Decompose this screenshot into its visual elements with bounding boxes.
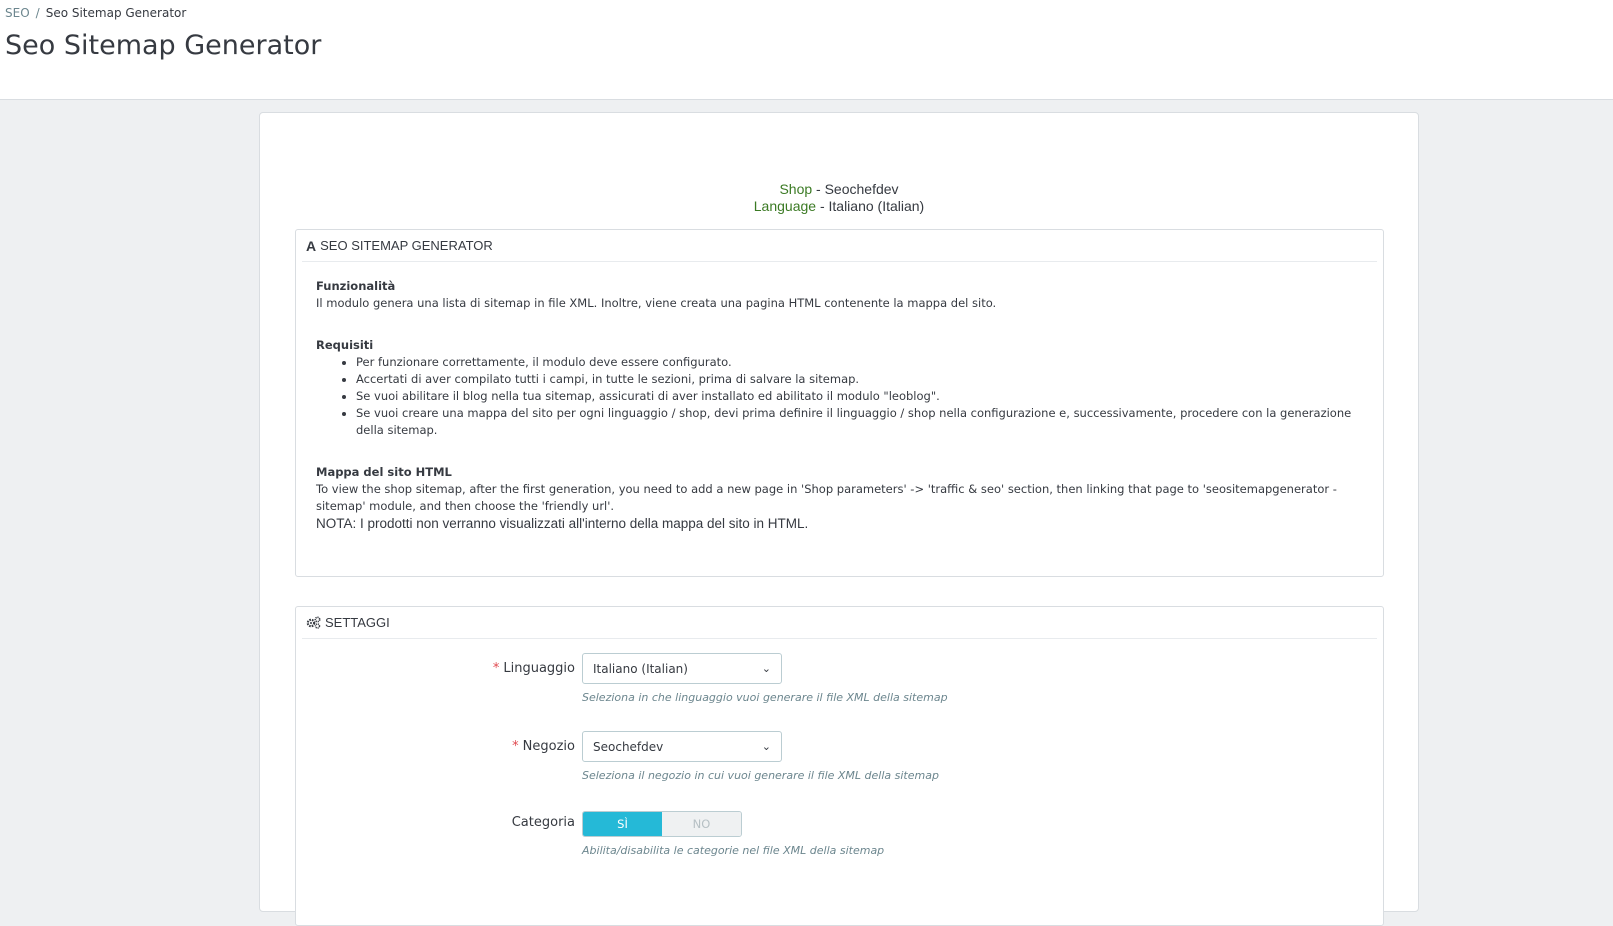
requisiti-list: Per funzionare correttamente, il modulo … [316,354,1363,439]
negozio-select[interactable]: Seochefdev ⌄ [582,731,782,762]
info-panel-heading: A SEO SITEMAP GENERATOR [302,230,1377,262]
categoria-label: Categoria [511,815,575,830]
page-title: Seo Sitemap Generator [5,30,322,61]
linguaggio-help: Seleziona in che linguaggio vuoi generar… [582,691,948,704]
shop-value: - Seochefdev [812,181,899,197]
requisiti-section: Requisiti Per funzionare correttamente, … [316,337,1363,439]
language-label: Language [753,198,817,214]
required-mark: * [492,661,500,676]
breadcrumb-link-seo[interactable]: SEO [5,6,30,20]
breadcrumb-current: Seo Sitemap Generator [45,6,187,20]
breadcrumb: SEO / Seo Sitemap Generator [5,6,186,20]
info-panel-title: SEO SITEMAP GENERATOR [320,238,493,253]
info-panel: A SEO SITEMAP GENERATOR Funzionalità Il … [295,229,1384,577]
shop-info: Shop - Seochefdev Language - Italiano (I… [260,181,1418,215]
language-line: Language - Italiano (Italian) [260,198,1418,215]
funzionalita-section: Funzionalità Il modulo genera una lista … [316,278,1363,312]
list-item: Accertati di aver compilato tutti i camp… [356,371,1363,388]
categoria-toggle[interactable]: SÌ NO [582,811,742,837]
settings-panel: SETTAGGI * Linguaggio Italiano (Italian) … [295,606,1384,926]
toggle-yes[interactable]: SÌ [583,812,662,836]
nota-text: NOTA: I prodotti non verranno visualizza… [316,516,809,531]
list-item: Se vuoi abilitare il blog nella tua site… [356,388,1363,405]
shop-label: Shop [779,181,813,197]
mappa-text: To view the shop sitemap, after the firs… [316,482,1337,513]
funzionalita-text: Il modulo genera una lista di sitemap in… [316,296,997,310]
toggle-no[interactable]: NO [662,812,741,836]
cogs-icon [306,616,321,629]
breadcrumb-separator: / [35,6,40,20]
list-item: Se vuoi creare una mappa del sito per og… [356,405,1363,439]
negozio-help: Seleziona il negozio in cui vuoi generar… [582,769,939,782]
requisiti-title: Requisiti [316,338,374,352]
settings-panel-title: SETTAGGI [325,615,390,630]
chevron-down-icon: ⌄ [761,662,771,675]
info-panel-body: Funzionalità Il modulo genera una lista … [296,262,1383,532]
mappa-title: Mappa del sito HTML [316,465,452,479]
list-item: Per funzionare correttamente, il modulo … [356,354,1363,371]
module-card: Shop - Seochefdev Language - Italiano (I… [259,112,1419,926]
language-value: - Italiano (Italian) [816,198,925,214]
funzionalita-title: Funzionalità [316,279,396,293]
linguaggio-label: * Linguaggio [492,661,575,676]
linguaggio-selected: Italiano (Italian) [593,661,688,676]
mappa-section: Mappa del sito HTML To view the shop sit… [316,464,1363,532]
chevron-down-icon: ⌄ [761,740,771,753]
page-header: SEO / Seo Sitemap Generator Seo Sitemap … [0,0,1613,100]
required-mark: * [512,739,519,754]
negozio-label: * Negozio [512,739,575,754]
categoria-help: Abilita/disabilita le categorie nel file… [582,844,885,857]
settings-panel-heading: SETTAGGI [302,607,1377,639]
font-a-icon: A [306,237,317,254]
negozio-selected: Seochefdev [593,739,664,754]
shop-line: Shop - Seochefdev [260,181,1418,198]
linguaggio-select[interactable]: Italiano (Italian) ⌄ [582,653,782,684]
